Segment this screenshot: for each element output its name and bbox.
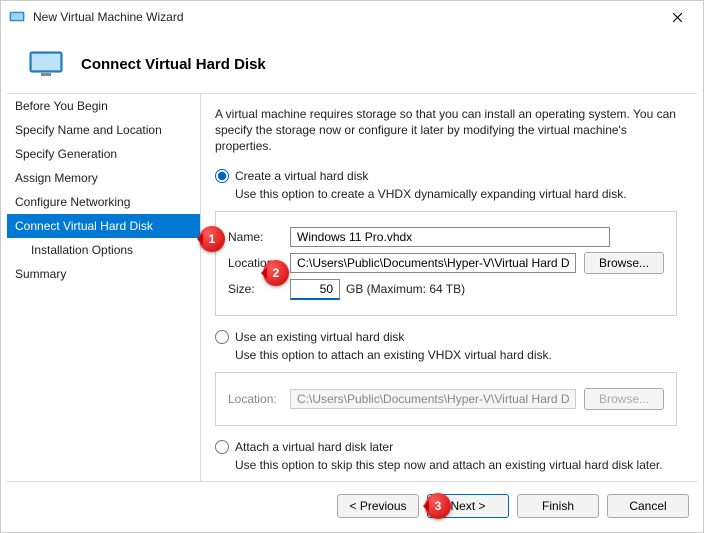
vhd-location-input[interactable] <box>290 253 576 273</box>
monitor-icon <box>29 51 63 77</box>
radio-use-existing-label[interactable]: Use an existing virtual hard disk <box>235 330 404 344</box>
nav-specify-name-location[interactable]: Specify Name and Location <box>7 118 200 142</box>
radio-attach-later[interactable] <box>215 440 229 454</box>
nav-connect-vhd[interactable]: Connect Virtual Hard Disk <box>7 214 200 238</box>
location-label: Location: <box>228 256 290 270</box>
intro-text: A virtual machine requires storage so th… <box>215 106 677 155</box>
browse-button[interactable]: Browse... <box>584 252 664 274</box>
create-vhd-fields: Name: Location: Browse... Size: GB (Maxi… <box>215 211 677 316</box>
sidebar: Before You Begin Specify Name and Locati… <box>7 93 201 482</box>
content-panel: A virtual machine requires storage so th… <box>201 93 697 482</box>
size-label: Size: <box>228 282 290 296</box>
radio-create-vhd[interactable] <box>215 169 229 183</box>
nav-installation-options[interactable]: Installation Options <box>7 238 200 262</box>
use-existing-desc: Use this option to attach an existing VH… <box>235 348 677 362</box>
vhd-size-input[interactable] <box>290 279 340 300</box>
exist-location-input <box>290 389 576 409</box>
size-unit: GB (Maximum: 64 TB) <box>346 282 465 296</box>
create-vhd-desc: Use this option to create a VHDX dynamic… <box>235 187 677 201</box>
attach-later-desc: Use this option to skip this step now an… <box>235 458 677 472</box>
cancel-button[interactable]: Cancel <box>607 494 689 518</box>
titlebar: New Virtual Machine Wizard <box>1 1 703 33</box>
radio-attach-later-label[interactable]: Attach a virtual hard disk later <box>235 440 393 454</box>
page-title: Connect Virtual Hard Disk <box>81 56 266 73</box>
footer: < Previous Next > Finish Cancel <box>1 482 703 532</box>
close-icon <box>672 12 683 23</box>
nav-before-you-begin[interactable]: Before You Begin <box>7 94 200 118</box>
radio-create-vhd-label[interactable]: Create a virtual hard disk <box>235 169 368 183</box>
window-title: New Virtual Machine Wizard <box>33 10 659 24</box>
nav-configure-networking[interactable]: Configure Networking <box>7 190 200 214</box>
finish-button[interactable]: Finish <box>517 494 599 518</box>
wizard-window: New Virtual Machine Wizard Connect Virtu… <box>0 0 704 533</box>
exist-location-label: Location: <box>228 392 290 406</box>
nav-summary[interactable]: Summary <box>7 262 200 286</box>
app-icon <box>9 9 25 25</box>
name-label: Name: <box>228 230 290 244</box>
close-button[interactable] <box>659 3 695 31</box>
next-button[interactable]: Next > <box>427 494 509 518</box>
use-existing-fields: Location: Browse... <box>215 372 677 426</box>
page-header: Connect Virtual Hard Disk <box>1 33 703 93</box>
previous-button[interactable]: < Previous <box>337 494 419 518</box>
nav-specify-generation[interactable]: Specify Generation <box>7 142 200 166</box>
vhd-name-input[interactable] <box>290 227 610 247</box>
nav-assign-memory[interactable]: Assign Memory <box>7 166 200 190</box>
radio-use-existing[interactable] <box>215 330 229 344</box>
exist-browse-button: Browse... <box>584 388 664 410</box>
